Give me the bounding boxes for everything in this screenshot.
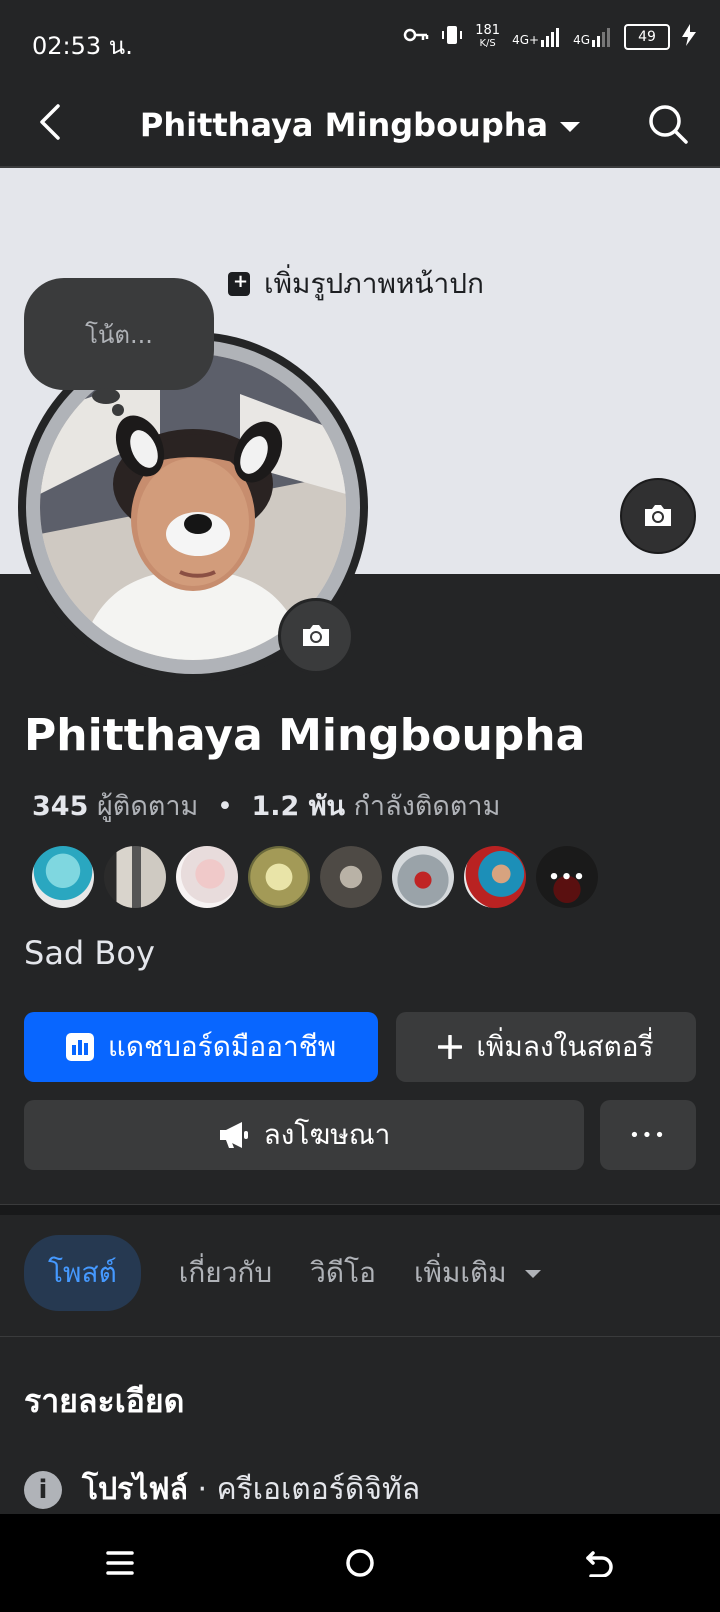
followers-count: 345 — [32, 791, 89, 822]
status-icons: 181 K/S 4G+ 4G 49 — [403, 24, 696, 50]
tab-videos[interactable]: วิดีโอ — [310, 1251, 376, 1295]
status-bar: 02:53 น. 181 K/S 4G+ 4G 49 — [0, 0, 720, 80]
following-count: 1.2 พัน — [251, 791, 345, 822]
add-cover-label: เพิ่มรูปภาพหน้าปก — [264, 267, 484, 300]
friend-avatar[interactable] — [320, 846, 382, 908]
friend-avatar[interactable] — [392, 846, 454, 908]
section-divider — [0, 1204, 720, 1215]
camera-icon — [303, 625, 329, 646]
search-icon — [649, 105, 688, 144]
note-bubble-tail — [92, 388, 120, 404]
follow-stats[interactable]: 345 ผู้ติดตาม • 1.2 พัน กำลังติดตาม — [32, 784, 500, 827]
note-placeholder: โน้ต... — [85, 320, 153, 349]
camera-icon — [645, 505, 671, 526]
vpn-key-icon — [403, 27, 429, 47]
add-story-label: เพิ่มลงในสตอรี่ — [476, 1030, 654, 1063]
menu-icon — [106, 1551, 134, 1575]
plus-icon — [438, 1035, 463, 1059]
details-title: รายละเอียด — [24, 1382, 185, 1420]
megaphone-icon — [219, 1122, 248, 1148]
back-arrow-icon — [586, 1551, 613, 1577]
more-icon: ••• — [548, 866, 586, 888]
status-time: 02:53 น. — [32, 32, 133, 60]
note-bubble-tail-dot — [112, 404, 124, 416]
search-button[interactable] — [646, 102, 690, 146]
friend-avatar[interactable] — [464, 846, 526, 908]
back-nav-button[interactable] — [570, 1533, 630, 1593]
more-dots-icon: ••• — [629, 1124, 667, 1146]
dashboard-icon — [65, 1033, 94, 1061]
bio-text: Sad Boy — [24, 934, 155, 972]
add-cover-photo-button[interactable]: เพิ่มรูปภาพหน้าปก — [228, 262, 484, 306]
battery-icon: 49 — [624, 24, 670, 50]
caret-down-icon — [524, 1270, 541, 1278]
signal-4g: 4G — [573, 27, 612, 47]
more-options-button[interactable]: ••• — [600, 1100, 696, 1170]
add-to-story-button[interactable]: เพิ่มลงในสตอรี่ — [396, 1012, 696, 1082]
cover-camera-button[interactable] — [620, 478, 696, 554]
home-button[interactable] — [330, 1533, 390, 1593]
signal-4g-plus: 4G+ — [512, 27, 561, 47]
dashboard-label: แดชบอร์ดมืออาชีพ — [107, 1030, 337, 1063]
recents-button[interactable] — [90, 1533, 150, 1593]
avatar-camera-button[interactable] — [278, 598, 354, 674]
profile-tabs: โพสต์ เกี่ยวกับ วิดีโอ เพิ่มเติม — [24, 1235, 541, 1311]
home-circle-icon — [346, 1549, 374, 1577]
friend-avatar[interactable] — [104, 846, 166, 908]
profile-switcher[interactable]: Phitthaya Mingboupha — [0, 106, 720, 144]
charging-icon — [682, 24, 696, 50]
tab-more[interactable]: เพิ่มเติม — [414, 1251, 541, 1295]
tab-about[interactable]: เกี่ยวกับ — [179, 1251, 272, 1295]
page-title: Phitthaya Mingboupha — [139, 106, 549, 144]
detail-profile-row: i โปรไฟล์ · ครีเอเตอร์ดิจิทัล — [24, 1466, 420, 1513]
tab-more-label: เพิ่มเติม — [413, 1256, 507, 1289]
friend-avatar[interactable] — [176, 846, 238, 908]
detail-profile-label: โปรไฟล์ — [82, 1472, 188, 1507]
tabs-separator — [0, 1336, 720, 1337]
system-nav-bar — [0, 1514, 720, 1612]
professional-dashboard-button[interactable]: แดชบอร์ดมืออาชีพ — [24, 1012, 378, 1082]
network-speed: 181 K/S — [475, 23, 501, 49]
app-bar: Phitthaya Mingboupha — [0, 80, 720, 168]
caret-down-icon — [560, 122, 581, 132]
note-bubble[interactable]: โน้ต... — [24, 278, 214, 390]
friend-avatar[interactable] — [32, 846, 94, 908]
vibrate-icon — [441, 24, 463, 50]
profile-name: Phitthaya Mingboupha — [24, 710, 586, 761]
advertise-label: ลงโฆษณา — [263, 1118, 391, 1151]
add-photo-icon — [228, 271, 250, 296]
more-friends-button[interactable]: ••• — [536, 846, 598, 908]
tab-posts[interactable]: โพสต์ — [24, 1235, 141, 1311]
info-icon: i — [24, 1470, 62, 1509]
friend-avatar[interactable] — [248, 846, 310, 908]
followers-label: ผู้ติดตาม — [96, 791, 199, 822]
advertise-button[interactable]: ลงโฆษณา — [24, 1100, 584, 1170]
friends-avatars: ••• — [32, 846, 598, 908]
following-label: กำลังติดตาม — [353, 791, 501, 822]
detail-profile-value: · ครีเอเตอร์ดิจิทัล — [187, 1472, 421, 1507]
